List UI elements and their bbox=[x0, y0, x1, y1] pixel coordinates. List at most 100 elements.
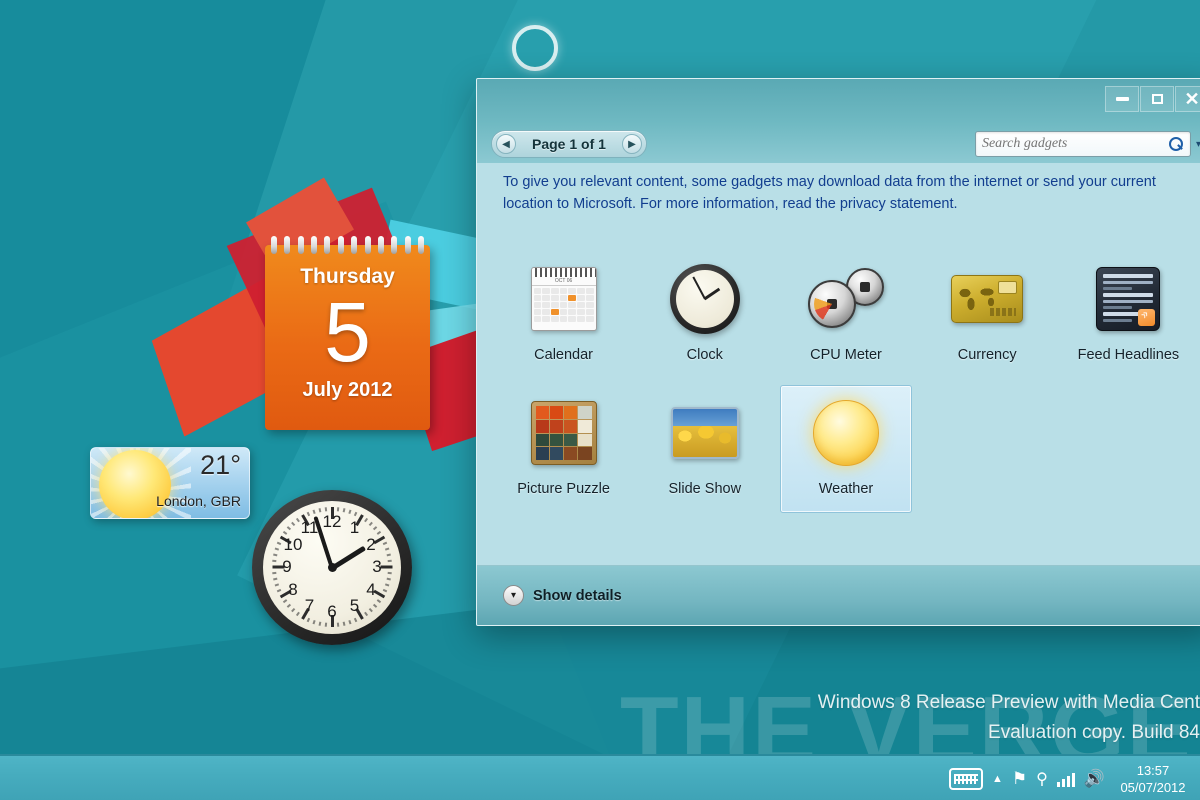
gadget-item-clock[interactable]: Clock bbox=[639, 251, 771, 379]
clock-tick bbox=[318, 508, 322, 513]
gadget-item-weather[interactable]: Weather bbox=[779, 385, 912, 513]
gadget-item-feed-headlines[interactable]: Feed Headlines bbox=[1062, 251, 1194, 379]
cpu-meter-icon-wrap bbox=[807, 260, 885, 338]
clock-tick bbox=[386, 553, 391, 557]
clock-tick bbox=[276, 541, 282, 546]
clock-tick bbox=[272, 559, 277, 563]
clock-icon-wrap bbox=[666, 260, 744, 338]
page-navigation: ◀ Page 1 of 1 ▶ bbox=[491, 130, 647, 158]
clock-numeral: 8 bbox=[288, 579, 298, 599]
search-area: ▾ bbox=[974, 131, 1200, 157]
feed-headlines-icon bbox=[1096, 267, 1161, 331]
clock-tick bbox=[276, 588, 282, 593]
show-details-bar[interactable]: ▾ Show details bbox=[477, 565, 1200, 625]
clock-face: 12 1 2 3 4 5 6 7 8 9 10 11 bbox=[263, 501, 401, 634]
clock-tick bbox=[324, 507, 328, 512]
chevron-down-icon[interactable]: ▾ bbox=[1196, 139, 1200, 150]
clock-tick bbox=[382, 588, 388, 593]
currency-icon bbox=[951, 275, 1024, 323]
gadget-item-label: Slide Show bbox=[668, 481, 742, 497]
clock-tick bbox=[364, 611, 369, 617]
clock-tick bbox=[364, 517, 369, 523]
clock-numeral: 2 bbox=[366, 534, 376, 554]
gadget-grid: OCT 06 Calendar Clock CPU Meter Currency Feed… bbox=[477, 251, 1200, 565]
maximize-icon bbox=[1151, 94, 1163, 104]
clock-numeral: 5 bbox=[349, 595, 360, 615]
clock-tick bbox=[274, 547, 280, 551]
gadget-item-label: Weather bbox=[818, 481, 874, 497]
calendar-icon-wrap: OCT 06 bbox=[525, 260, 603, 338]
close-button[interactable]: ✕ bbox=[1175, 86, 1200, 112]
clock-tick bbox=[372, 603, 378, 608]
search-box[interactable] bbox=[974, 131, 1191, 157]
clock-tick bbox=[387, 559, 392, 563]
clock-tick bbox=[312, 619, 316, 625]
gadget-item-label: CPU Meter bbox=[810, 347, 882, 363]
clock-tick bbox=[353, 511, 358, 517]
show-hidden-icons-icon[interactable]: ▲ bbox=[992, 773, 1003, 785]
clock-tick bbox=[291, 521, 296, 527]
build-watermark-line1: Windows 8 Release Preview with Media Cen… bbox=[817, 692, 1200, 713]
taskbar[interactable]: ▲ ⚑ ⚲ 🔊 13:57 05/07/2012 bbox=[0, 754, 1200, 800]
close-icon: ✕ bbox=[1184, 89, 1200, 109]
build-watermark: Windows 8 Release Preview with Media Cen… bbox=[780, 688, 1200, 748]
gadget-item-calendar[interactable]: OCT 06 Calendar bbox=[498, 251, 630, 379]
clock-tick bbox=[306, 511, 311, 517]
calendar-icon: OCT 06 bbox=[530, 267, 597, 331]
gadget-item-picture-puzzle[interactable]: Picture Puzzle bbox=[498, 385, 630, 513]
slide-show-icon-wrap bbox=[666, 394, 744, 472]
clock-tick bbox=[342, 508, 346, 513]
clock-tick bbox=[342, 621, 346, 626]
gadget-item-label: Clock bbox=[686, 347, 723, 363]
next-page-button[interactable]: ▶ bbox=[621, 134, 642, 154]
clock-tick bbox=[348, 509, 352, 515]
previous-page-button[interactable]: ◀ bbox=[496, 134, 516, 154]
clock-icon bbox=[669, 264, 740, 334]
search-icon[interactable] bbox=[1168, 136, 1184, 152]
network-icon[interactable]: ⚲ bbox=[1036, 769, 1048, 789]
maximize-button[interactable] bbox=[1140, 86, 1174, 112]
volume-icon[interactable]: 🔊 bbox=[1084, 769, 1105, 789]
flag-action-center-icon[interactable]: ⚑ bbox=[1012, 769, 1027, 789]
clock-tick bbox=[291, 607, 296, 613]
gadget-item-label: Currency bbox=[957, 347, 1017, 363]
calendar-spiral-binding-icon bbox=[271, 236, 424, 254]
keyboard-icon[interactable] bbox=[948, 768, 983, 790]
clock-tick bbox=[274, 583, 280, 587]
weather-sun-icon bbox=[812, 400, 879, 466]
clock-tick bbox=[324, 622, 328, 627]
chevron-down-icon[interactable]: ▾ bbox=[503, 585, 524, 606]
weather-gadget[interactable]: 21° London, GBR bbox=[90, 447, 250, 519]
clock-tick bbox=[368, 607, 373, 613]
window-titlebar[interactable]: ✕ ◀ Page 1 of 1 ▶ ▾ bbox=[477, 79, 1200, 163]
minimize-button[interactable] bbox=[1105, 86, 1139, 112]
picture-puzzle-icon-wrap bbox=[525, 394, 603, 472]
clock-tick bbox=[282, 599, 288, 604]
show-details-label[interactable]: Show details bbox=[533, 588, 622, 604]
signal-bars-icon[interactable] bbox=[1056, 771, 1075, 787]
clock-tick bbox=[318, 621, 322, 626]
gadget-item-cpu-meter[interactable]: CPU Meter bbox=[780, 251, 912, 379]
wallpaper-ring-icon bbox=[512, 25, 558, 71]
clock-numeral: 9 bbox=[282, 557, 292, 576]
gallery-toolbar: ◀ Page 1 of 1 ▶ ▾ bbox=[477, 125, 1200, 163]
clock-gadget[interactable]: 12 1 2 3 4 5 6 7 8 9 10 11 bbox=[252, 490, 412, 645]
search-input[interactable] bbox=[981, 136, 1169, 152]
gadget-gallery-window[interactable]: ✕ ◀ Page 1 of 1 ▶ ▾ To give you relevant… bbox=[476, 78, 1200, 626]
weather-sun-icon-wrap bbox=[807, 394, 885, 472]
feed-headlines-icon-wrap bbox=[1089, 260, 1167, 338]
clock-tick bbox=[336, 507, 340, 512]
clock-tick bbox=[384, 583, 390, 587]
gadget-item-slide-show[interactable]: Slide Show bbox=[639, 385, 771, 513]
calendar-gadget[interactable]: Thursday 5 July 2012 bbox=[265, 236, 430, 430]
clock-tick bbox=[386, 577, 391, 581]
taskbar-time: 13:57 bbox=[1136, 763, 1170, 778]
clock-tick bbox=[286, 603, 292, 608]
page-indicator-label: Page 1 of 1 bbox=[532, 136, 606, 152]
clock-tick bbox=[382, 541, 388, 546]
taskbar-clock[interactable]: 13:57 05/07/2012 bbox=[1114, 762, 1188, 796]
clock-tick bbox=[368, 521, 373, 527]
calendar-day-number: 5 bbox=[324, 285, 371, 379]
clock-numeral: 3 bbox=[372, 557, 382, 576]
gadget-item-currency[interactable]: Currency bbox=[921, 251, 1053, 379]
